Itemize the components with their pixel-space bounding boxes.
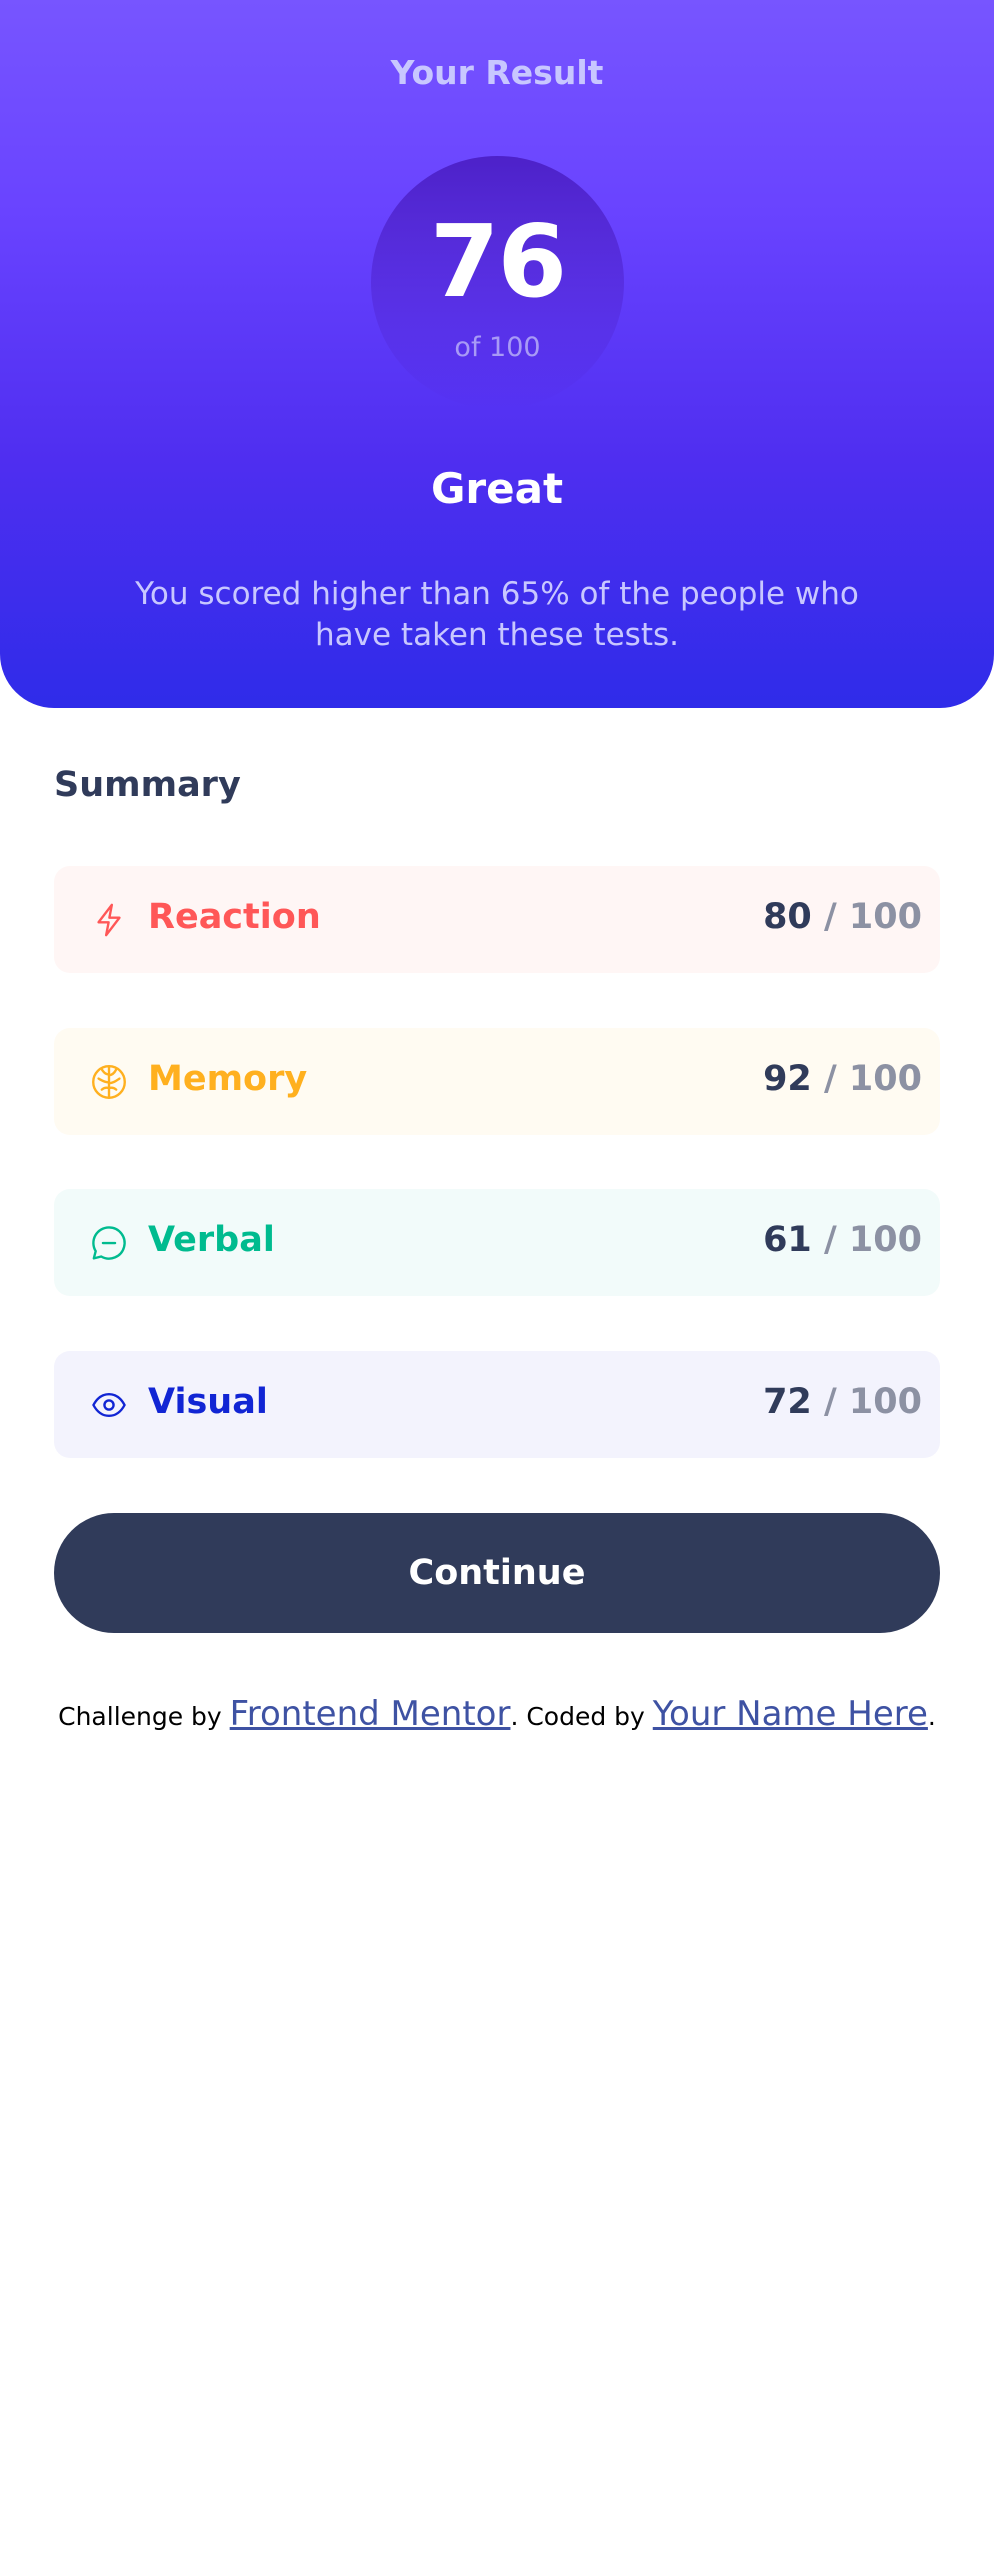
- score-value: 72: [763, 1382, 812, 1422]
- attribution-prefix: Challenge by: [58, 1702, 230, 1731]
- result-card: Your Result 76 of 100 Great You scored h…: [0, 0, 994, 708]
- score-value: 76: [429, 203, 567, 320]
- lightning-icon: [90, 901, 128, 939]
- summary-score: 72 / 100: [763, 1385, 922, 1420]
- score-max: / 100: [811, 897, 922, 937]
- summary-label: Visual: [148, 1382, 268, 1422]
- attribution-middle: . Coded by: [510, 1702, 653, 1731]
- summary-score: 80 / 100: [763, 900, 922, 935]
- summary-score: 92 / 100: [763, 1062, 922, 1097]
- chat-bubble-icon: [90, 1224, 128, 1262]
- score-max: / 100: [811, 1382, 922, 1422]
- summary-title: Summary: [54, 765, 241, 805]
- eye-icon: [90, 1386, 128, 1424]
- summary-label: Verbal: [148, 1220, 275, 1260]
- score-max: / 100: [811, 1059, 922, 1099]
- summary-row-visual: Visual 72 / 100: [54, 1351, 940, 1458]
- score-max: / 100: [811, 1220, 922, 1260]
- score-value: 92: [763, 1059, 812, 1099]
- summary-label: Memory: [148, 1059, 308, 1099]
- summary-label: Reaction: [148, 897, 321, 937]
- summary-row-memory: Memory 92 / 100: [54, 1028, 940, 1135]
- brain-icon: [90, 1063, 128, 1101]
- frontend-mentor-link[interactable]: Frontend Mentor: [230, 1694, 511, 1734]
- summary-score: 61 / 100: [763, 1223, 922, 1258]
- result-verdict: Great: [430, 464, 564, 513]
- summary-row-verbal: Verbal 61 / 100: [54, 1189, 940, 1296]
- attribution: Challenge by Frontend Mentor. Coded by Y…: [0, 1694, 994, 1737]
- attribution-suffix: .: [927, 1702, 936, 1731]
- result-description: You scored higher than 65% of the people…: [135, 576, 859, 653]
- score-value: 80: [763, 897, 812, 937]
- result-title: Your Result: [390, 53, 604, 92]
- continue-button[interactable]: Continue: [54, 1513, 940, 1633]
- score-circle: 76 of 100: [371, 156, 624, 409]
- author-link[interactable]: Your Name Here: [653, 1694, 928, 1734]
- score-total: of 100: [454, 332, 541, 363]
- score-value: 61: [763, 1220, 812, 1260]
- summary-row-reaction: Reaction 80 / 100: [54, 866, 940, 973]
